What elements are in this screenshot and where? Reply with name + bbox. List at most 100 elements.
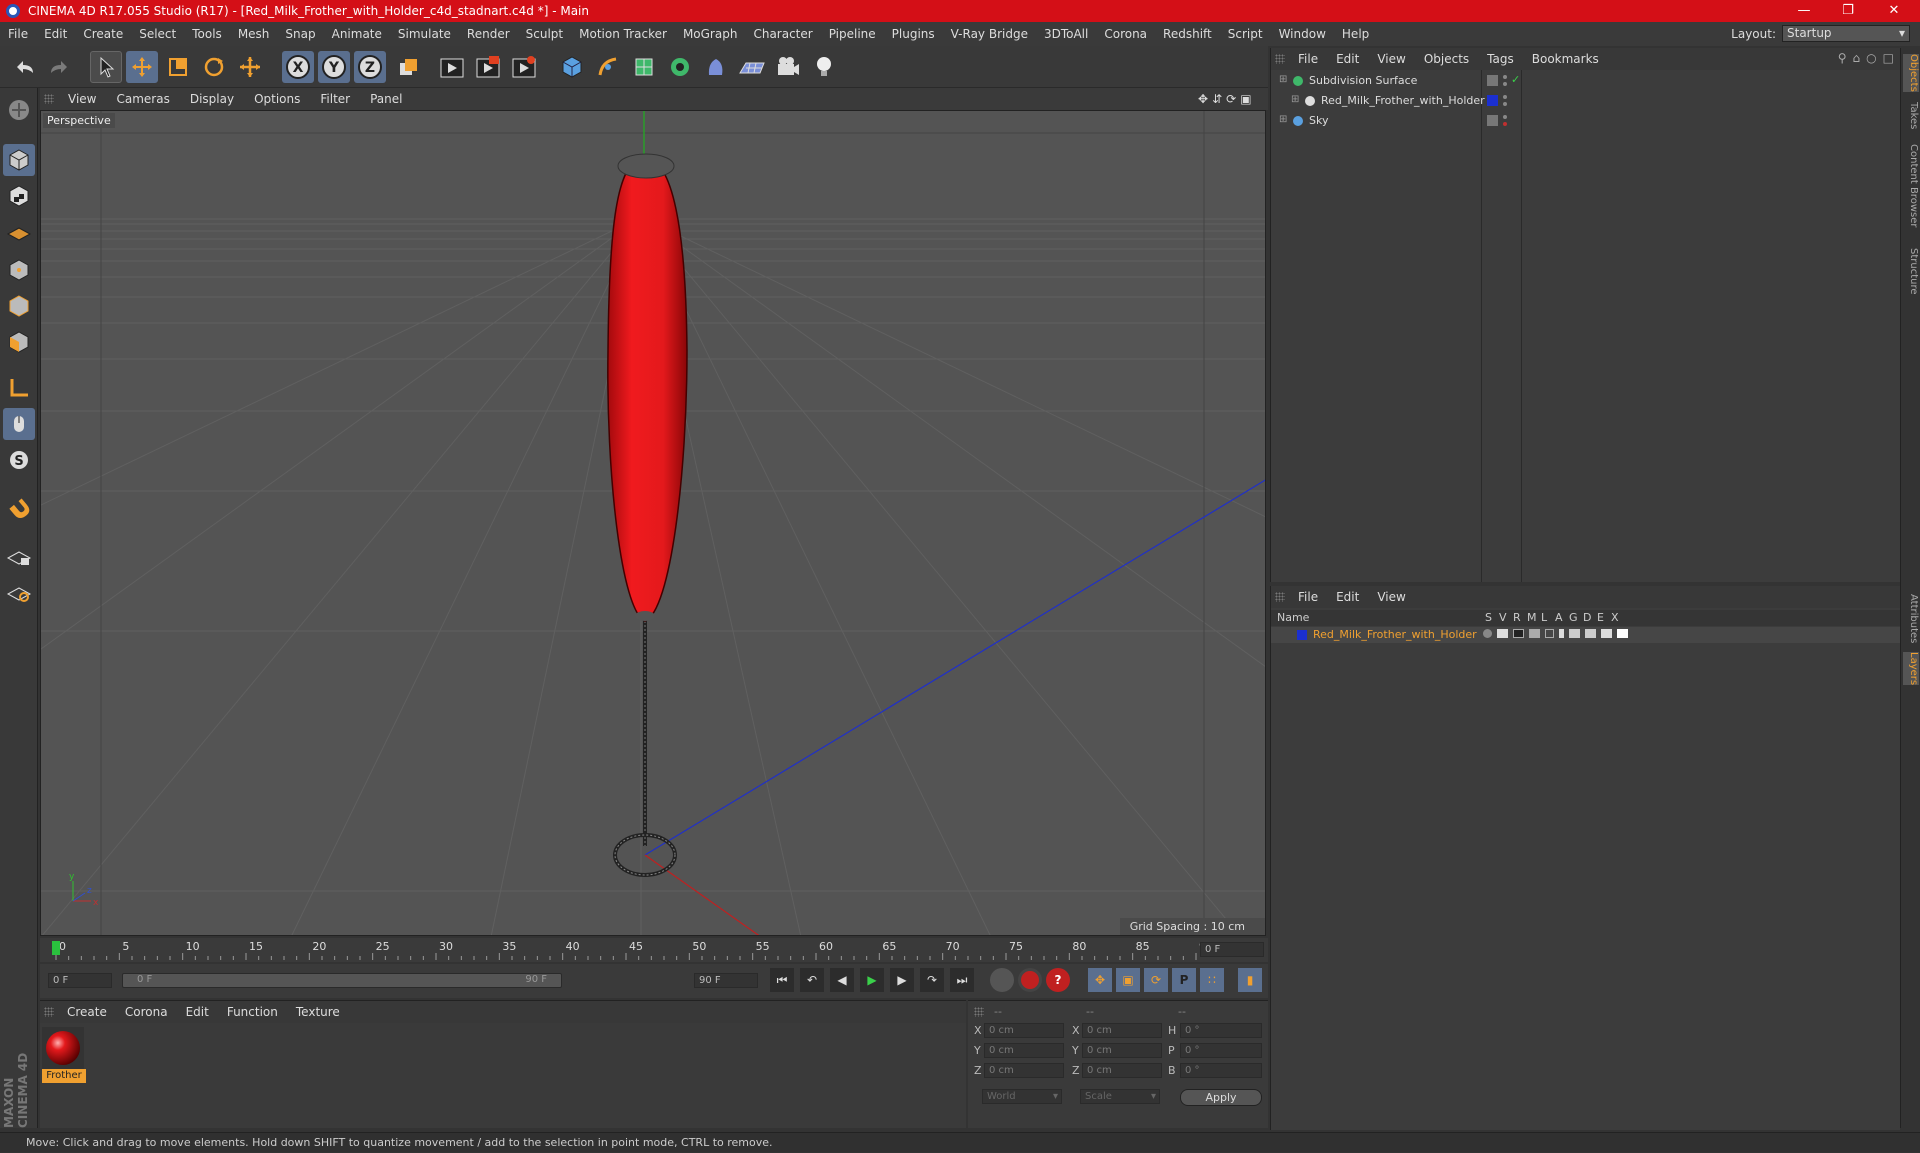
solo-mode-icon[interactable]: S — [3, 444, 35, 476]
frame-range-slider[interactable]: 0 F 90 F — [122, 973, 562, 988]
menu-motion-tracker[interactable]: Motion Tracker — [571, 27, 675, 41]
render-visibility-icon[interactable] — [1503, 102, 1507, 106]
side-tab-structure[interactable]: Structure — [1903, 248, 1919, 295]
layer-column-a[interactable]: A — [1555, 611, 1563, 624]
viewport-menu-view[interactable]: View — [58, 92, 106, 106]
editor-visibility-icon[interactable] — [1503, 75, 1507, 79]
tweak-mode-icon[interactable] — [3, 408, 35, 440]
axis-mode-icon[interactable] — [3, 372, 35, 404]
key-rotation-icon[interactable]: ⟳ — [1144, 968, 1168, 992]
layer-generators-icon[interactable] — [1569, 629, 1580, 638]
layer-render-icon[interactable] — [1513, 629, 1524, 638]
minimize-button[interactable]: — — [1782, 0, 1826, 22]
viewport-menu-options[interactable]: Options — [244, 92, 310, 106]
apply-button[interactable]: Apply — [1180, 1089, 1262, 1106]
menu-corona[interactable]: Corona — [1096, 27, 1155, 41]
enabled-check-icon[interactable]: ✓ — [1511, 73, 1520, 86]
layer-column-g[interactable]: G — [1569, 611, 1578, 624]
key-pla-icon[interactable]: ∷ — [1200, 968, 1224, 992]
render-view-icon[interactable] — [436, 51, 468, 83]
menu-plugins[interactable]: Plugins — [884, 27, 943, 41]
planar-workplane-icon[interactable] — [3, 576, 35, 608]
object-name[interactable]: Red_Milk_Frother_with_Holder — [1321, 94, 1485, 107]
size-field[interactable]: 0 cm — [1082, 1023, 1162, 1038]
key-parameter-icon[interactable]: P — [1172, 968, 1196, 992]
playhead[interactable] — [52, 941, 60, 955]
viewport-menu-cameras[interactable]: Cameras — [106, 92, 179, 106]
layer-animation-icon[interactable] — [1559, 629, 1564, 638]
cloner-icon[interactable] — [664, 51, 696, 83]
object-row[interactable]: ⊞ Sky — [1271, 112, 1901, 130]
rotation-field[interactable]: 0 ° — [1180, 1043, 1262, 1058]
previous-key-icon[interactable]: ↶ — [800, 968, 824, 992]
model-mode-icon[interactable] — [3, 144, 35, 176]
side-tab-takes[interactable]: Takes — [1903, 102, 1919, 129]
layer-menu-view[interactable]: View — [1368, 590, 1414, 604]
coordinate-system-icon[interactable] — [392, 51, 424, 83]
menu-v-ray-bridge[interactable]: V-Ray Bridge — [943, 27, 1036, 41]
scale-dropdown[interactable]: Scale ▾ — [1080, 1089, 1160, 1104]
pan-view-icon[interactable]: ✥ — [1198, 92, 1208, 106]
menu-3dtoall[interactable]: 3DToAll — [1036, 27, 1096, 41]
motion-record-icon[interactable] — [990, 968, 1014, 992]
menu-select[interactable]: Select — [131, 27, 184, 41]
lock-workplane-icon[interactable] — [3, 540, 35, 572]
collapse-icon[interactable]: ○ — [1866, 51, 1876, 65]
start-frame-field[interactable]: 0 F — [48, 973, 112, 988]
expand-toggle-icon[interactable]: ⊞ — [1279, 114, 1287, 125]
size-field[interactable]: 0 cm — [1082, 1063, 1162, 1078]
world-dropdown[interactable]: World ▾ — [982, 1089, 1062, 1104]
key-scale-icon[interactable]: ▣ — [1116, 968, 1140, 992]
polygons-mode-icon[interactable] — [3, 326, 35, 358]
render-settings-icon[interactable] — [508, 51, 540, 83]
workplane-mode-icon[interactable] — [3, 216, 35, 248]
camera-icon[interactable] — [772, 51, 804, 83]
edges-mode-icon[interactable] — [3, 290, 35, 322]
side-tab-objects[interactable]: Objects — [1903, 54, 1919, 92]
next-key-icon[interactable]: ↷ — [920, 968, 944, 992]
menu-mograph[interactable]: MoGraph — [675, 27, 746, 41]
menu-render[interactable]: Render — [459, 27, 518, 41]
menu-file[interactable]: File — [0, 27, 36, 41]
editor-visibility-icon[interactable] — [1503, 115, 1507, 119]
home-icon[interactable]: ⌂ — [1853, 51, 1861, 65]
side-tab-layers[interactable]: Layers — [1903, 652, 1919, 686]
object-row[interactable]: ⊞ Subdivision Surface ✓ — [1271, 72, 1901, 90]
side-tab-content-browser[interactable]: Content Browser — [1903, 144, 1919, 227]
menu-script[interactable]: Script — [1220, 27, 1271, 41]
size-field[interactable]: 0 cm — [1082, 1043, 1162, 1058]
rotate-tool-icon[interactable] — [198, 51, 230, 83]
position-field[interactable]: 0 cm — [984, 1043, 1064, 1058]
material-menu-function[interactable]: Function — [218, 1005, 287, 1019]
viewport-menu-filter[interactable]: Filter — [310, 92, 360, 106]
layer-column-v[interactable]: V — [1499, 611, 1507, 624]
layer-tag-icon[interactable] — [1487, 115, 1498, 126]
timeline-window-icon[interactable]: ▮ — [1238, 968, 1262, 992]
menu-redshift[interactable]: Redshift — [1155, 27, 1220, 41]
layer-menu-edit[interactable]: Edit — [1327, 590, 1368, 604]
undo-icon[interactable] — [8, 51, 40, 83]
menu-snap[interactable]: Snap — [277, 27, 323, 41]
select-tool-icon[interactable] — [90, 51, 122, 83]
position-field[interactable]: 0 cm — [984, 1063, 1064, 1078]
object-menu-objects[interactable]: Objects — [1415, 52, 1478, 66]
layer-menu-file[interactable]: File — [1289, 590, 1327, 604]
object-menu-bookmarks[interactable]: Bookmarks — [1523, 52, 1608, 66]
render-visibility-icon[interactable] — [1503, 122, 1507, 126]
object-menu-edit[interactable]: Edit — [1327, 52, 1368, 66]
object-name[interactable]: Subdivision Surface — [1309, 74, 1417, 87]
menu-tools[interactable]: Tools — [184, 27, 230, 41]
points-mode-icon[interactable] — [3, 254, 35, 286]
pen-spline-icon[interactable] — [592, 51, 624, 83]
menu-create[interactable]: Create — [75, 27, 131, 41]
next-frame-icon[interactable]: ▶ — [890, 968, 914, 992]
redo-icon[interactable] — [44, 51, 76, 83]
object-menu-file[interactable]: File — [1289, 52, 1327, 66]
layout-dropdown[interactable]: Startup ▾ — [1782, 25, 1910, 42]
layer-column-x[interactable]: X — [1611, 611, 1619, 624]
menu-window[interactable]: Window — [1271, 27, 1334, 41]
editor-visibility-icon[interactable] — [1503, 95, 1507, 99]
snapping-icon[interactable] — [3, 492, 35, 524]
menu-character[interactable]: Character — [745, 27, 820, 41]
render-to-picture-viewer-icon[interactable] — [472, 51, 504, 83]
